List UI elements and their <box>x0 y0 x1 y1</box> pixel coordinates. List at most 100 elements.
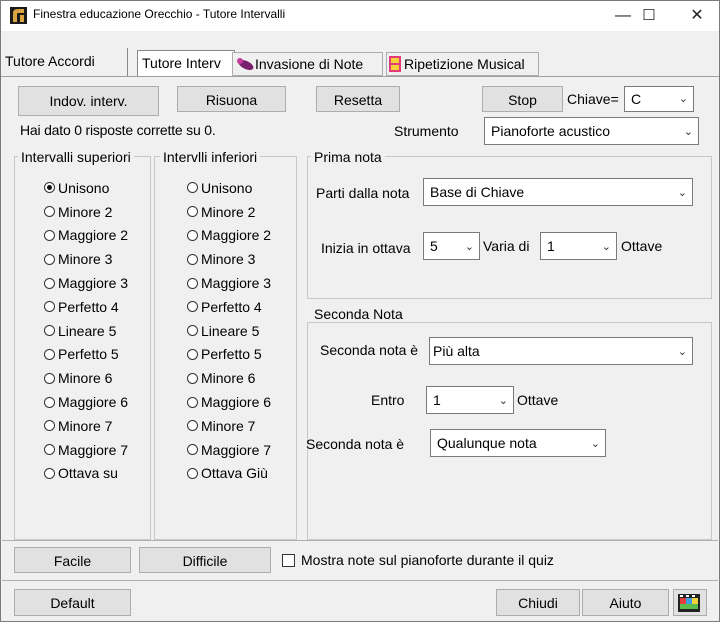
second-direction-label: Seconda nota è <box>320 342 419 358</box>
chevron-down-icon: ⌄ <box>677 187 687 199</box>
radio-icon[interactable] <box>187 229 198 241</box>
tab-tutore-intervalli[interactable]: Tutore Interv <box>137 50 235 76</box>
chevron-down-icon: ⌄ <box>498 395 508 407</box>
maximize-button[interactable]: ☐ <box>626 1 672 31</box>
radio-icon[interactable] <box>44 467 55 479</box>
radio-icon[interactable] <box>187 396 198 408</box>
radio-icon[interactable] <box>187 348 198 360</box>
upper-interval-option[interactable]: Maggiore 3 <box>44 271 152 295</box>
radio-icon[interactable] <box>44 229 55 241</box>
start-note-select[interactable]: Base di Chiave ⌄ <box>423 178 693 206</box>
replay-button[interactable]: Risuona <box>177 86 286 112</box>
radio-icon[interactable] <box>44 325 55 337</box>
radio-icon[interactable] <box>44 301 55 313</box>
upper-interval-option[interactable]: Perfetto 5 <box>44 343 152 367</box>
show-piano-checkbox[interactable] <box>282 554 295 567</box>
lower-interval-option[interactable]: Maggiore 7 <box>187 438 297 462</box>
second-direction-value: Più alta <box>433 343 480 359</box>
tab-tutore-accordi[interactable]: Tutore Accordi <box>2 49 98 75</box>
upper-interval-option[interactable]: Minore 2 <box>44 200 152 224</box>
radio-label: Minore 2 <box>58 203 113 220</box>
lower-interval-option[interactable]: Perfetto 4 <box>187 295 297 319</box>
radio-icon[interactable] <box>44 420 55 432</box>
upper-interval-option[interactable]: Maggiore 6 <box>44 390 152 414</box>
radio-icon[interactable] <box>187 206 198 218</box>
radio-icon[interactable] <box>44 253 55 265</box>
lower-interval-option[interactable]: Maggiore 3 <box>187 271 297 295</box>
radio-icon[interactable] <box>187 182 198 194</box>
radio-icon[interactable] <box>187 301 198 313</box>
lower-interval-option[interactable]: Perfetto 5 <box>187 343 297 367</box>
guess-interval-button[interactable]: Indov. interv. <box>18 86 159 116</box>
radio-icon[interactable] <box>187 420 198 432</box>
lower-interval-option[interactable]: Minore 2 <box>187 200 297 224</box>
lower-interval-option[interactable]: Minore 3 <box>187 247 297 271</box>
instrument-select[interactable]: Pianoforte acustico ⌄ <box>484 117 699 145</box>
lower-interval-option[interactable]: Ottava Giù <box>187 462 297 486</box>
lower-interval-option[interactable]: Lineare 5 <box>187 319 297 343</box>
start-octave-label: Inizia in ottava <box>321 240 411 256</box>
upper-interval-option[interactable]: Minore 7 <box>44 414 152 438</box>
first-note-title: Prima nota <box>311 149 385 165</box>
radio-icon[interactable] <box>44 182 55 194</box>
upper-interval-option[interactable]: Minore 3 <box>44 247 152 271</box>
upper-interval-option[interactable]: Maggiore 2 <box>44 224 152 248</box>
easy-button[interactable]: Facile <box>14 547 131 573</box>
upper-interval-option[interactable]: Minore 6 <box>44 366 152 390</box>
upper-interval-option[interactable]: Lineare 5 <box>44 319 152 343</box>
vary-value: 1 <box>547 238 555 254</box>
start-octave-select[interactable]: 5 ⌄ <box>423 232 480 260</box>
upper-intervals-title: Intervalli superiori <box>18 149 134 165</box>
radio-label: Perfetto 5 <box>201 346 262 363</box>
lower-interval-option[interactable]: Maggiore 6 <box>187 390 297 414</box>
lower-interval-option[interactable]: Minore 7 <box>187 414 297 438</box>
within-select[interactable]: 1 ⌄ <box>426 386 514 414</box>
tab-ripetizione-musicale[interactable]: Ripetizione Musical <box>386 52 539 76</box>
second-type-select[interactable]: Qualunque nota ⌄ <box>430 429 606 457</box>
default-button[interactable]: Default <box>14 589 131 616</box>
lower-interval-option[interactable]: Unisono <box>187 176 297 200</box>
key-label: Chiave= <box>567 91 619 107</box>
radio-icon[interactable] <box>187 277 198 289</box>
radio-icon[interactable] <box>187 253 198 265</box>
lower-interval-option[interactable]: Maggiore 2 <box>187 224 297 248</box>
video-help-button[interactable] <box>673 589 707 616</box>
radio-label: Minore 7 <box>58 417 113 434</box>
radio-icon[interactable] <box>44 444 55 456</box>
upper-interval-option[interactable]: Maggiore 7 <box>44 438 152 462</box>
vary-select[interactable]: 1 ⌄ <box>540 232 617 260</box>
upper-intervals-list: Unisono Minore 2 Maggiore 2 Minore 3 Maggior… <box>44 176 152 485</box>
radio-label: Perfetto 5 <box>58 346 119 363</box>
radio-icon[interactable] <box>44 206 55 218</box>
key-select[interactable]: C ⌄ <box>624 86 694 112</box>
radio-icon[interactable] <box>44 277 55 289</box>
close-window-button[interactable]: ✕ <box>674 1 720 31</box>
lower-interval-option[interactable]: Minore 6 <box>187 366 297 390</box>
radio-icon[interactable] <box>187 325 198 337</box>
upper-interval-option[interactable]: Perfetto 4 <box>44 295 152 319</box>
close-button[interactable]: Chiudi <box>496 589 580 616</box>
chevron-down-icon: ⌄ <box>677 346 687 358</box>
radio-icon[interactable] <box>187 372 198 384</box>
radio-label: Maggiore 3 <box>201 275 272 292</box>
chevron-down-icon: ⌄ <box>590 438 600 450</box>
radio-label: Unisono <box>201 179 253 196</box>
radio-icon[interactable] <box>44 348 55 360</box>
show-piano-label: Mostra note sul pianoforte durante il qu… <box>301 552 554 568</box>
tab-invasione-di-note[interactable]: Invasione di Note <box>232 52 383 76</box>
hard-button[interactable]: Difficile <box>139 547 271 573</box>
help-button[interactable]: Aiuto <box>582 589 669 616</box>
radio-icon[interactable] <box>44 372 55 384</box>
divider <box>2 540 718 541</box>
radio-icon[interactable] <box>187 467 198 479</box>
upper-interval-option[interactable]: Ottava su <box>44 462 152 486</box>
radio-icon[interactable] <box>44 396 55 408</box>
radio-label: Maggiore 6 <box>201 394 272 411</box>
upper-interval-option[interactable]: Unisono <box>44 176 152 200</box>
radio-label: Minore 6 <box>201 370 256 387</box>
radio-icon[interactable] <box>187 444 198 456</box>
stop-button[interactable]: Stop <box>482 86 563 112</box>
key-value: C <box>631 91 642 107</box>
second-direction-select[interactable]: Più alta ⌄ <box>429 337 693 365</box>
reset-button[interactable]: Resetta <box>316 86 400 112</box>
